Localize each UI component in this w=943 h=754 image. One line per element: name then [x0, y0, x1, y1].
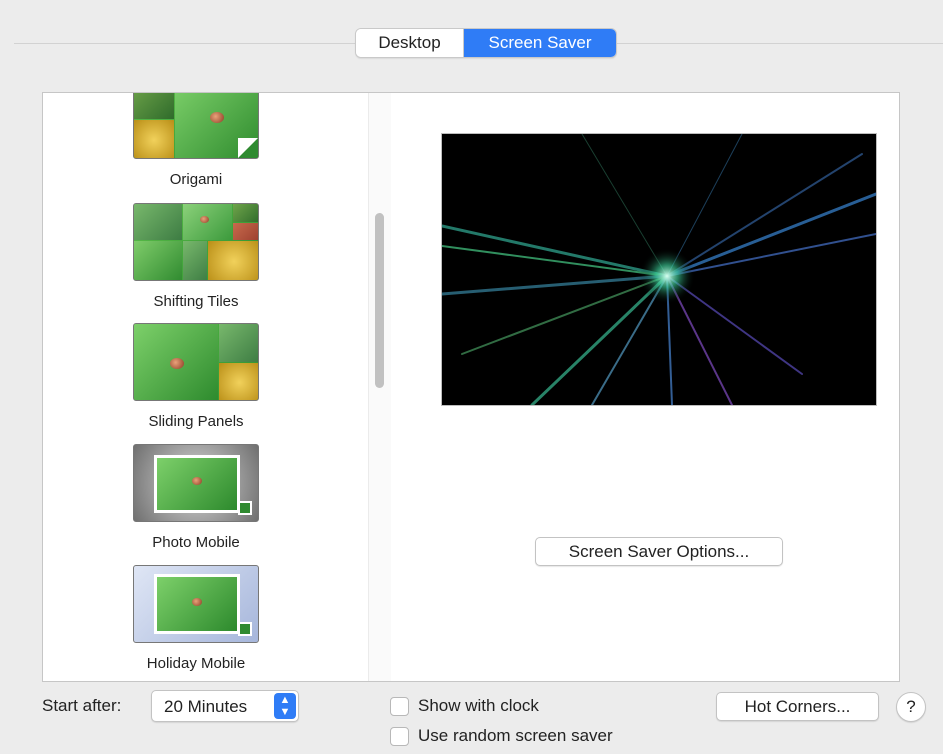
hot-corners-button[interactable]: Hot Corners...	[716, 692, 879, 721]
shifting-tiles-thumbnail	[133, 203, 259, 281]
scrollbar[interactable]	[368, 93, 391, 681]
random-saver-label: Use random screen saver	[418, 726, 613, 745]
start-after-value: 20 Minutes	[164, 697, 248, 716]
screen-saver-list[interactable]: Origami Shifting Tiles Sliding Panels Ph…	[42, 92, 392, 682]
holiday-mobile-thumbnail	[133, 565, 259, 643]
origami-thumbnail	[133, 93, 259, 159]
screen-saver-options-button[interactable]: Screen Saver Options...	[535, 537, 783, 566]
saver-item-origami[interactable]: Origami	[113, 93, 279, 188]
saver-item-shifting-tiles[interactable]: Shifting Tiles	[113, 203, 279, 310]
saver-label: Origami	[169, 171, 223, 188]
start-after-label: Start after:	[42, 696, 122, 715]
preview-panel: Screen Saver Options...	[391, 92, 900, 682]
screen-saver-preview	[440, 133, 878, 407]
show-with-clock-row[interactable]: Show with clock	[390, 696, 539, 716]
start-after-select[interactable]: 20 Minutes ▲ ▼	[151, 690, 299, 722]
help-button[interactable]: ?	[896, 692, 926, 722]
saver-label: Holiday Mobile	[146, 655, 246, 672]
show-with-clock-checkbox[interactable]	[390, 696, 409, 716]
light-streaks-graphic	[440, 133, 878, 407]
saver-label: Shifting Tiles	[153, 293, 239, 310]
random-saver-row[interactable]: Use random screen saver	[390, 726, 613, 746]
tab-desktop[interactable]: Desktop	[356, 29, 464, 57]
saver-item-holiday-mobile[interactable]: Holiday Mobile	[113, 565, 279, 672]
saver-label: Sliding Panels	[148, 413, 244, 430]
chevron-up-down-icon: ▲ ▼	[274, 693, 296, 719]
saver-label: Photo Mobile	[152, 534, 240, 551]
tab-bar: Desktop Screen Saver	[355, 28, 617, 58]
random-saver-checkbox[interactable]	[390, 726, 409, 746]
tab-screen-saver[interactable]: Screen Saver	[464, 29, 616, 57]
show-with-clock-label: Show with clock	[418, 696, 539, 715]
scrollbar-thumb[interactable]	[375, 213, 384, 388]
sliding-panels-thumbnail	[133, 323, 259, 401]
saver-item-sliding-panels[interactable]: Sliding Panels	[113, 323, 279, 430]
saver-item-photo-mobile[interactable]: Photo Mobile	[113, 444, 279, 551]
photo-mobile-thumbnail	[133, 444, 259, 522]
